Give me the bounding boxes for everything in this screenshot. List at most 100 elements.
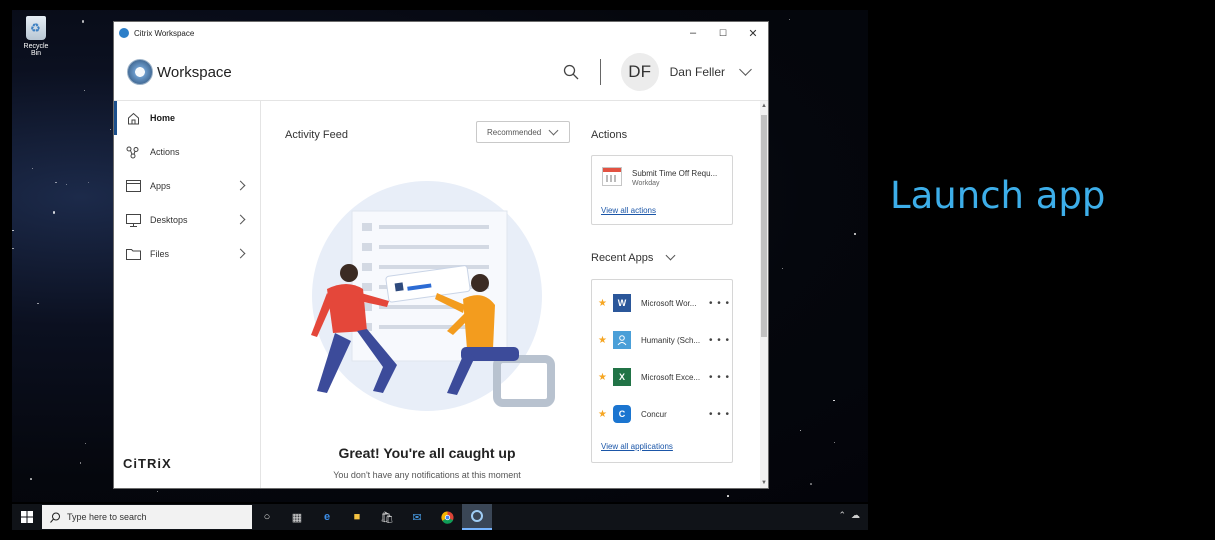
- cloud-icon[interactable]: ☁: [851, 510, 860, 520]
- feed-filter-dropdown[interactable]: Recommended: [476, 121, 570, 143]
- vertical-scrollbar[interactable]: ▲ ▼: [760, 101, 768, 488]
- activity-feed-title: Activity Feed: [285, 129, 348, 141]
- apps-icon: [125, 179, 141, 193]
- recycle-bin-icon: [26, 16, 46, 40]
- star-dot: [727, 495, 729, 497]
- star-dot: [81, 20, 85, 23]
- cortana-button[interactable]: ○: [252, 504, 282, 530]
- humanity-icon: [613, 331, 631, 349]
- sidebar-item-actions[interactable]: Actions: [114, 135, 260, 169]
- star-dot: [32, 167, 34, 169]
- star-dot: [84, 89, 86, 91]
- chrome-icon: [440, 510, 454, 524]
- sidebar-item-desktops[interactable]: Desktops: [114, 203, 260, 237]
- maximize-button[interactable]: ☐: [708, 28, 738, 39]
- title-bar[interactable]: Citrix Workspace – ☐ ✕: [114, 22, 768, 44]
- chevron-down-icon[interactable]: [665, 250, 676, 261]
- app-row-word[interactable]: ★ W Microsoft Wor... • • •: [592, 285, 732, 321]
- recycle-bin-label: Recycle Bin: [23, 43, 49, 57]
- app-name: Humanity (Sch...: [641, 335, 701, 345]
- cortana-icon: ○: [263, 511, 271, 523]
- sidebar-item-label: Files: [150, 249, 170, 259]
- citrix-workspace-icon: [471, 510, 483, 522]
- empty-state-subtitle: You don't have any notifications at this…: [333, 470, 521, 480]
- minimize-button[interactable]: –: [678, 27, 708, 39]
- more-options-icon[interactable]: • • •: [709, 409, 730, 420]
- mail-icon: ✉: [412, 511, 422, 524]
- close-button[interactable]: ✕: [738, 27, 768, 40]
- task-view-button[interactable]: ▦: [282, 504, 312, 530]
- citrix-workspace-taskbar-button[interactable]: [462, 504, 492, 530]
- app-row-excel[interactable]: ★ X Microsoft Exce... • • •: [592, 359, 732, 395]
- sidebar-item-home[interactable]: Home: [114, 101, 260, 135]
- edge-button[interactable]: e: [312, 504, 342, 530]
- citrix-workspace-window: Citrix Workspace – ☐ ✕ Workspace DF Dan …: [114, 22, 768, 488]
- star-dot: [853, 232, 857, 236]
- folder-icon: [125, 247, 141, 261]
- star-icon[interactable]: ★: [598, 372, 608, 383]
- scrollbar-thumb[interactable]: [761, 115, 767, 337]
- star-icon[interactable]: ★: [598, 298, 608, 309]
- actions-icon: [125, 145, 141, 159]
- brand-name: Workspace: [157, 63, 232, 81]
- action-item-name[interactable]: Submit Time Off Requ...: [632, 169, 717, 178]
- star-icon[interactable]: ★: [598, 335, 608, 346]
- more-options-icon[interactable]: • • •: [709, 372, 730, 383]
- star-dot: [834, 442, 835, 444]
- star-dot: [79, 462, 82, 464]
- folder-icon: ■: [353, 511, 361, 523]
- windows-logo-icon: [21, 511, 33, 523]
- system-tray[interactable]: ⌃ ☁: [838, 510, 860, 521]
- star-dot: [799, 429, 801, 431]
- start-button[interactable]: [12, 504, 42, 530]
- view-all-actions-link[interactable]: View all actions: [601, 206, 656, 215]
- app-title-icon: [119, 28, 129, 38]
- user-name[interactable]: Dan Feller: [670, 65, 725, 79]
- star-dot: [156, 490, 159, 493]
- taskbar-search-placeholder: Type here to search: [67, 512, 147, 522]
- sidebar-item-label: Apps: [150, 181, 171, 191]
- star-dot: [52, 211, 55, 214]
- star-dot: [66, 183, 68, 185]
- user-avatar[interactable]: DF: [620, 53, 659, 91]
- recycle-bin-shortcut[interactable]: Recycle Bin: [18, 16, 54, 57]
- chevron-right-icon: [235, 180, 246, 191]
- edge-icon: e: [323, 511, 331, 523]
- chevron-down-icon: [548, 125, 559, 136]
- overlay-caption: Launch app: [890, 174, 1106, 217]
- store-button[interactable]: 🛍: [372, 504, 402, 530]
- view-all-applications-link[interactable]: View all applications: [601, 442, 673, 451]
- more-options-icon[interactable]: • • •: [709, 335, 730, 346]
- app-header: Workspace DF Dan Feller: [114, 44, 768, 101]
- more-options-icon[interactable]: • • •: [709, 298, 730, 309]
- chevron-down-icon[interactable]: [739, 63, 752, 76]
- scroll-down-icon[interactable]: ▼: [761, 480, 767, 486]
- header-divider: [599, 59, 601, 85]
- star-dot: [12, 247, 14, 250]
- sidebar-item-files[interactable]: Files: [114, 237, 260, 271]
- app-row-humanity[interactable]: ★ Humanity (Sch... • • •: [592, 322, 732, 358]
- search-button[interactable]: [560, 61, 582, 83]
- taskbar: Type here to search ○ ▦ e ■ 🛍 ✉ ⌃ ☁: [12, 504, 868, 530]
- taskbar-search-box[interactable]: Type here to search: [42, 505, 252, 529]
- star-icon[interactable]: ★: [598, 409, 608, 420]
- chevron-up-icon[interactable]: ⌃: [838, 510, 846, 520]
- word-icon: W: [613, 294, 631, 312]
- empty-state-title: Great! You're all caught up: [338, 445, 516, 461]
- actions-title: Actions: [591, 129, 628, 141]
- star-dot: [87, 182, 89, 184]
- search-icon: [563, 64, 579, 80]
- app-row-concur[interactable]: ★ C Concur • • •: [592, 396, 732, 432]
- file-explorer-button[interactable]: ■: [342, 504, 372, 530]
- scroll-up-icon[interactable]: ▲: [761, 103, 767, 109]
- app-name: Microsoft Exce...: [641, 372, 701, 382]
- app-name: Microsoft Wor...: [641, 298, 697, 308]
- star-dot: [85, 443, 87, 445]
- recent-apps-title[interactable]: Recent Apps: [591, 252, 653, 264]
- caught-up-illustration: [311, 181, 555, 411]
- sidebar-item-apps[interactable]: Apps: [114, 169, 260, 203]
- mail-button[interactable]: ✉: [402, 504, 432, 530]
- citrix-logo: CiTRiX: [123, 456, 172, 471]
- star-dot: [30, 478, 32, 480]
- chrome-button[interactable]: [432, 504, 462, 530]
